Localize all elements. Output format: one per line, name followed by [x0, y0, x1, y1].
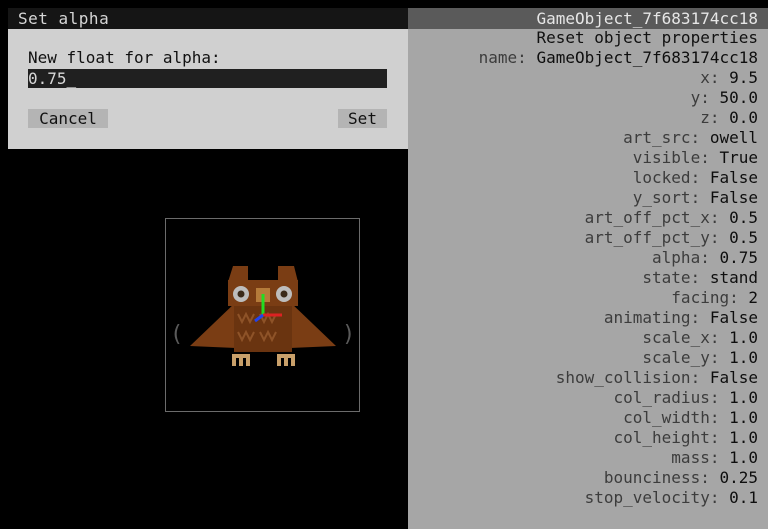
- property-row[interactable]: col_radius: 1.0: [479, 388, 759, 408]
- property-key: state:: [642, 268, 710, 287]
- cancel-button[interactable]: Cancel: [28, 109, 108, 128]
- owl-left-wing: [190, 302, 236, 348]
- property-value: GameObject_7f683174cc18: [536, 48, 758, 67]
- property-value: owell: [709, 128, 758, 147]
- property-value: 0.5: [729, 208, 758, 227]
- property-key: scale_y:: [642, 348, 730, 367]
- property-row[interactable]: show_collision: False: [479, 368, 758, 388]
- property-row[interactable]: bounciness: 0.25: [479, 468, 758, 488]
- property-value: 0.75: [719, 248, 758, 267]
- property-row[interactable]: mass: 1.0: [479, 448, 758, 468]
- property-key: col_width:: [623, 408, 730, 427]
- property-value: 1.0: [729, 408, 758, 427]
- property-key: stop_velocity:: [584, 488, 730, 507]
- property-row[interactable]: scale_x: 1.0: [479, 328, 758, 348]
- property-row[interactable]: z: 0.0: [479, 108, 758, 128]
- property-value: 1.0: [729, 348, 758, 367]
- property-row[interactable]: x: 9.5: [479, 68, 758, 88]
- property-key: art_src:: [623, 128, 710, 147]
- property-key: show_collision:: [555, 368, 710, 387]
- property-value: 2: [748, 288, 758, 307]
- property-key: col_radius:: [613, 388, 730, 407]
- dialog-prompt: New float for alpha:: [28, 48, 221, 67]
- property-row[interactable]: col_width: 1.0: [479, 408, 758, 428]
- dialog-title: Set alpha: [18, 9, 110, 28]
- property-key: facing:: [671, 288, 749, 307]
- property-row[interactable]: facing: 2: [479, 288, 758, 308]
- next-arrow-icon[interactable]: ): [342, 322, 355, 348]
- properties-title: GameObject_7f683174cc18: [536, 9, 758, 28]
- property-key: art_off_pct_y:: [584, 228, 730, 247]
- alpha-input[interactable]: [28, 69, 387, 88]
- property-row[interactable]: scale_y: 1.0: [479, 348, 758, 368]
- property-key: mass:: [671, 448, 730, 467]
- property-row[interactable]: visible: True: [479, 148, 758, 168]
- property-row[interactable]: state: stand: [479, 268, 758, 288]
- property-row[interactable]: art_off_pct_x: 0.5: [479, 208, 758, 228]
- prev-arrow-icon[interactable]: (: [170, 322, 183, 348]
- owl-right-ear: [278, 266, 298, 282]
- property-value: 1.0: [729, 388, 758, 407]
- set-button[interactable]: Set: [338, 109, 387, 128]
- property-list: name: GameObject_7f683174cc18 x: 9.5 y: 50…: [479, 48, 758, 508]
- property-key: z:: [700, 108, 730, 127]
- property-key: name:: [478, 48, 537, 67]
- property-value: stand: [709, 268, 758, 287]
- property-value: 0.5: [729, 228, 758, 247]
- property-key: y:: [690, 88, 720, 107]
- property-key: bounciness:: [603, 468, 720, 487]
- owl-right-wing: [290, 302, 336, 348]
- property-row[interactable]: art_off_pct_y: 0.5: [479, 228, 758, 248]
- property-row[interactable]: name: GameObject_7f683174cc18: [479, 48, 758, 68]
- property-value: True: [719, 148, 758, 167]
- property-row[interactable]: y_sort: False: [479, 188, 758, 208]
- property-value: 1.0: [729, 448, 758, 467]
- property-value: False: [709, 188, 758, 207]
- owl-left-ear: [228, 266, 248, 282]
- owl-sprite-icon[interactable]: [190, 262, 340, 372]
- dialog-body: [8, 29, 408, 149]
- property-value: 0.25: [719, 468, 758, 487]
- property-value: 1.0: [729, 328, 758, 347]
- property-row[interactable]: animating: False: [479, 308, 758, 328]
- property-key: locked:: [632, 168, 710, 187]
- property-key: y_sort:: [632, 188, 710, 207]
- property-value: 0.1: [729, 488, 758, 507]
- property-key: art_off_pct_x:: [584, 208, 730, 227]
- property-key: x:: [700, 68, 730, 87]
- property-key: scale_x:: [642, 328, 730, 347]
- property-row[interactable]: alpha: 0.75: [479, 248, 758, 268]
- property-value: 50.0: [719, 88, 758, 107]
- property-value: 9.5: [729, 68, 758, 87]
- owl-feet: [232, 354, 295, 366]
- property-value: False: [709, 168, 758, 187]
- property-value: 0.0: [729, 108, 758, 127]
- property-key: animating:: [603, 308, 710, 327]
- property-key: col_height:: [613, 428, 730, 447]
- property-row[interactable]: locked: False: [479, 168, 758, 188]
- property-value: False: [709, 368, 758, 387]
- property-row[interactable]: art_src: owell: [479, 128, 758, 148]
- reset-properties-button[interactable]: Reset object properties: [536, 28, 758, 48]
- property-row[interactable]: y: 50.0: [479, 88, 758, 108]
- property-value: False: [709, 308, 758, 327]
- property-value: 1.0: [729, 428, 758, 447]
- property-row[interactable]: stop_velocity: 0.1: [479, 488, 758, 508]
- property-key: visible:: [632, 148, 720, 167]
- property-key: alpha:: [652, 248, 720, 267]
- property-row[interactable]: col_height: 1.0: [479, 428, 759, 448]
